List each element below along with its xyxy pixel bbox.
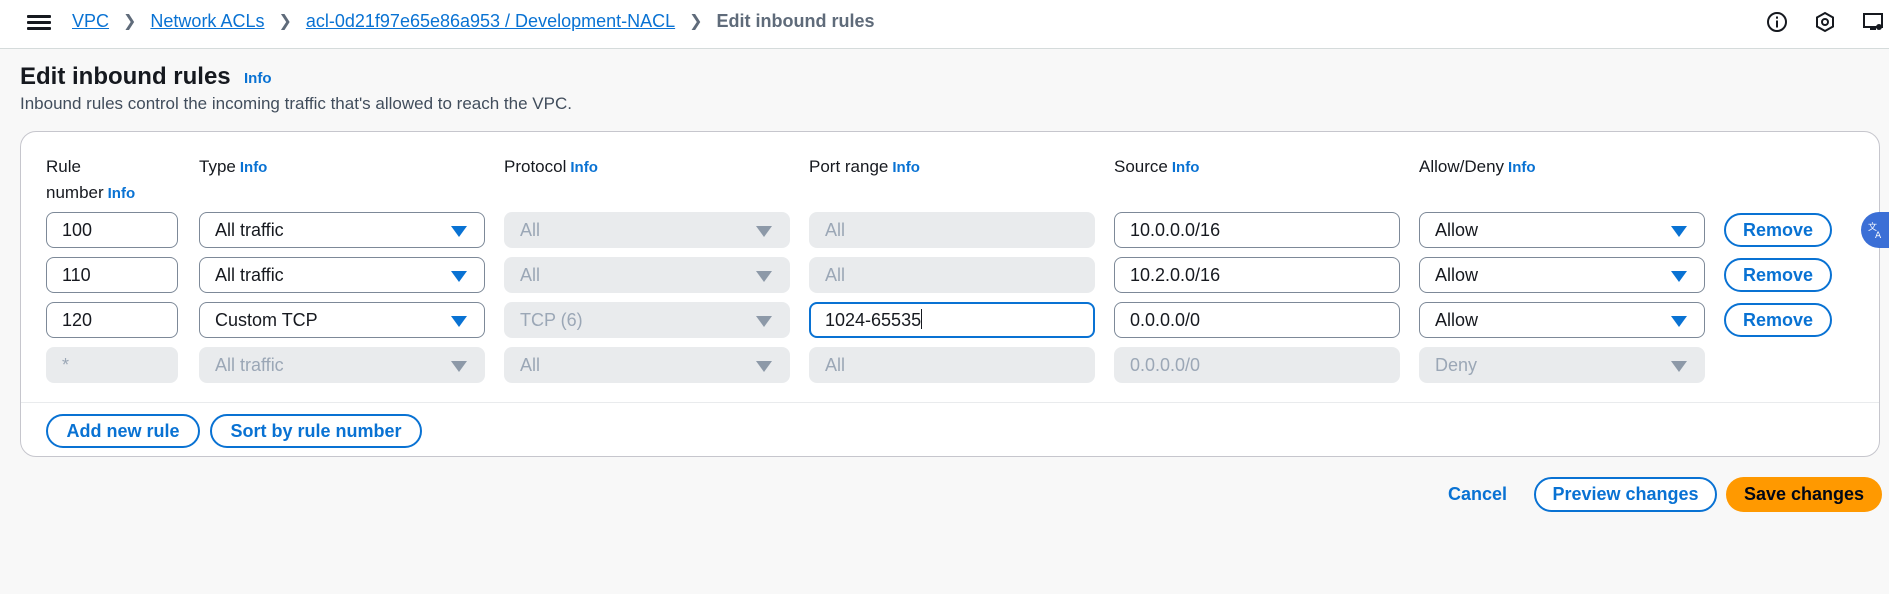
remove-rule-button[interactable]: Remove [1724,258,1832,292]
caret-down-icon [756,271,772,282]
remove-rule-button[interactable]: Remove [1724,213,1832,247]
caret-down-icon [1671,316,1687,327]
breadcrumb-vpc[interactable]: VPC [72,11,109,32]
allow-deny-select: Deny [1419,347,1705,383]
svg-text:A: A [1875,231,1882,240]
type-select: All traffic [199,347,485,383]
chevron-right-icon: ❯ [689,13,703,30]
breadcrumb-acl[interactable]: acl-0d21f97e65e86a953 / Development-NACL [306,11,675,32]
type-select-value: Custom TCP [215,310,318,330]
protocol-select-value: All [520,220,541,240]
info-link[interactable]: Info [892,159,920,176]
info-link[interactable]: Info [108,185,136,202]
protocol-select-value: TCP (6) [520,310,583,330]
type-select[interactable]: Custom TCP [199,302,485,338]
caret-down-icon [451,226,467,237]
column-label: Port range [809,157,889,176]
top-utility-icons [1765,10,1889,34]
save-changes-button[interactable]: Save changes [1726,477,1882,512]
breadcrumb-network-acls[interactable]: Network ACLs [150,11,264,32]
column-label: Protocol [504,157,567,176]
source-input[interactable]: 10.0.0.0/16 [1114,212,1400,248]
allow-deny-select-value: Deny [1435,355,1478,375]
rule-number-input[interactable]: 110 [46,257,178,293]
translate-icon[interactable]: 文A [1861,212,1889,248]
allow-deny-select[interactable]: Allow [1419,257,1705,293]
type-select-value: All traffic [215,265,284,285]
sort-by-rule-number-button[interactable]: Sort by rule number [210,414,422,448]
info-link[interactable]: Info [1508,159,1536,176]
column-label: number [46,183,104,202]
column-header-protocol: Protocol Info [504,154,598,181]
caret-down-icon [756,361,772,372]
breadcrumb-current: Edit inbound rules [716,10,875,31]
cancel-button[interactable]: Cancel [1448,484,1507,505]
rule-number-input: * [46,347,178,383]
caret-down-icon [451,271,467,282]
type-select-value: All traffic [215,220,284,240]
column-label: Allow/Deny [1419,157,1505,176]
protocol-select-value: All [520,265,541,285]
title-info-link[interactable]: Info [244,70,272,87]
top-navigation-bar: VPC ❯ Network ACLs ❯ acl-0d21f97e65e86a9… [0,0,1889,49]
info-link[interactable]: Info [570,159,598,176]
column-label: Source [1114,157,1168,176]
column-header-allow-deny: Allow/Deny Info [1419,154,1536,181]
column-header-type: Type Info [199,154,267,181]
info-circle-icon[interactable] [1765,10,1789,34]
caret-down-icon [756,226,772,237]
protocol-select-value: All [520,355,541,375]
type-select-value: All traffic [215,355,284,375]
column-label: Rule [46,157,81,176]
column-header-source: Source Info [1114,154,1199,181]
source-input: 0.0.0.0/0 [1114,347,1400,383]
port-range-input: All [809,257,1095,293]
rule-number-input[interactable]: 120 [46,302,178,338]
chevron-right-icon: ❯ [123,13,137,30]
column-header-rule-number: Rule number Info [46,154,135,207]
page-description: Inbound rules control the incoming traff… [20,94,572,113]
rule-number-input[interactable]: 100 [46,212,178,248]
inbound-rules-container: Rule number Info Type Info Protocol Info Po… [20,131,1880,457]
divider [21,402,1879,403]
protocol-select: TCP (6) [504,302,790,338]
allow-deny-select-value: Allow [1435,310,1479,330]
type-select[interactable]: All traffic [199,212,485,248]
info-link[interactable]: Info [240,159,268,176]
screen-icon[interactable] [1861,10,1885,34]
allow-deny-select-value: Allow [1435,220,1479,240]
column-header-port-range: Port range Info [809,154,920,181]
text-cursor [921,309,923,329]
port-range-input[interactable]: 1024-65535 [809,302,1095,338]
caret-down-icon [1671,361,1687,372]
source-input[interactable]: 10.2.0.0/16 [1114,257,1400,293]
column-label: Type [199,157,236,176]
caret-down-icon [1671,226,1687,237]
page-title: Edit inbound rules [20,63,231,90]
chevron-right-icon: ❯ [278,13,292,30]
breadcrumb: VPC ❯ Network ACLs ❯ acl-0d21f97e65e86a9… [72,10,875,32]
allow-deny-select-value: Allow [1435,265,1479,285]
caret-down-icon [451,316,467,327]
protocol-select: All [504,212,790,248]
info-link[interactable]: Info [1172,159,1200,176]
settings-hexagon-icon[interactable] [1813,10,1837,34]
allow-deny-select[interactable]: Allow [1419,302,1705,338]
caret-down-icon [451,361,467,372]
caret-down-icon [756,316,772,327]
type-select[interactable]: All traffic [199,257,485,293]
allow-deny-select[interactable]: Allow [1419,212,1705,248]
caret-down-icon [1671,271,1687,282]
remove-rule-button[interactable]: Remove [1724,303,1832,337]
port-range-input: All [809,347,1095,383]
port-range-input: All [809,212,1095,248]
preview-changes-button[interactable]: Preview changes [1534,477,1717,512]
add-new-rule-button[interactable]: Add new rule [46,414,200,448]
protocol-select: All [504,347,790,383]
port-range-value: 1024-65535 [825,310,922,330]
protocol-select: All [504,257,790,293]
source-input[interactable]: 0.0.0.0/0 [1114,302,1400,338]
menu-icon[interactable] [27,12,51,32]
